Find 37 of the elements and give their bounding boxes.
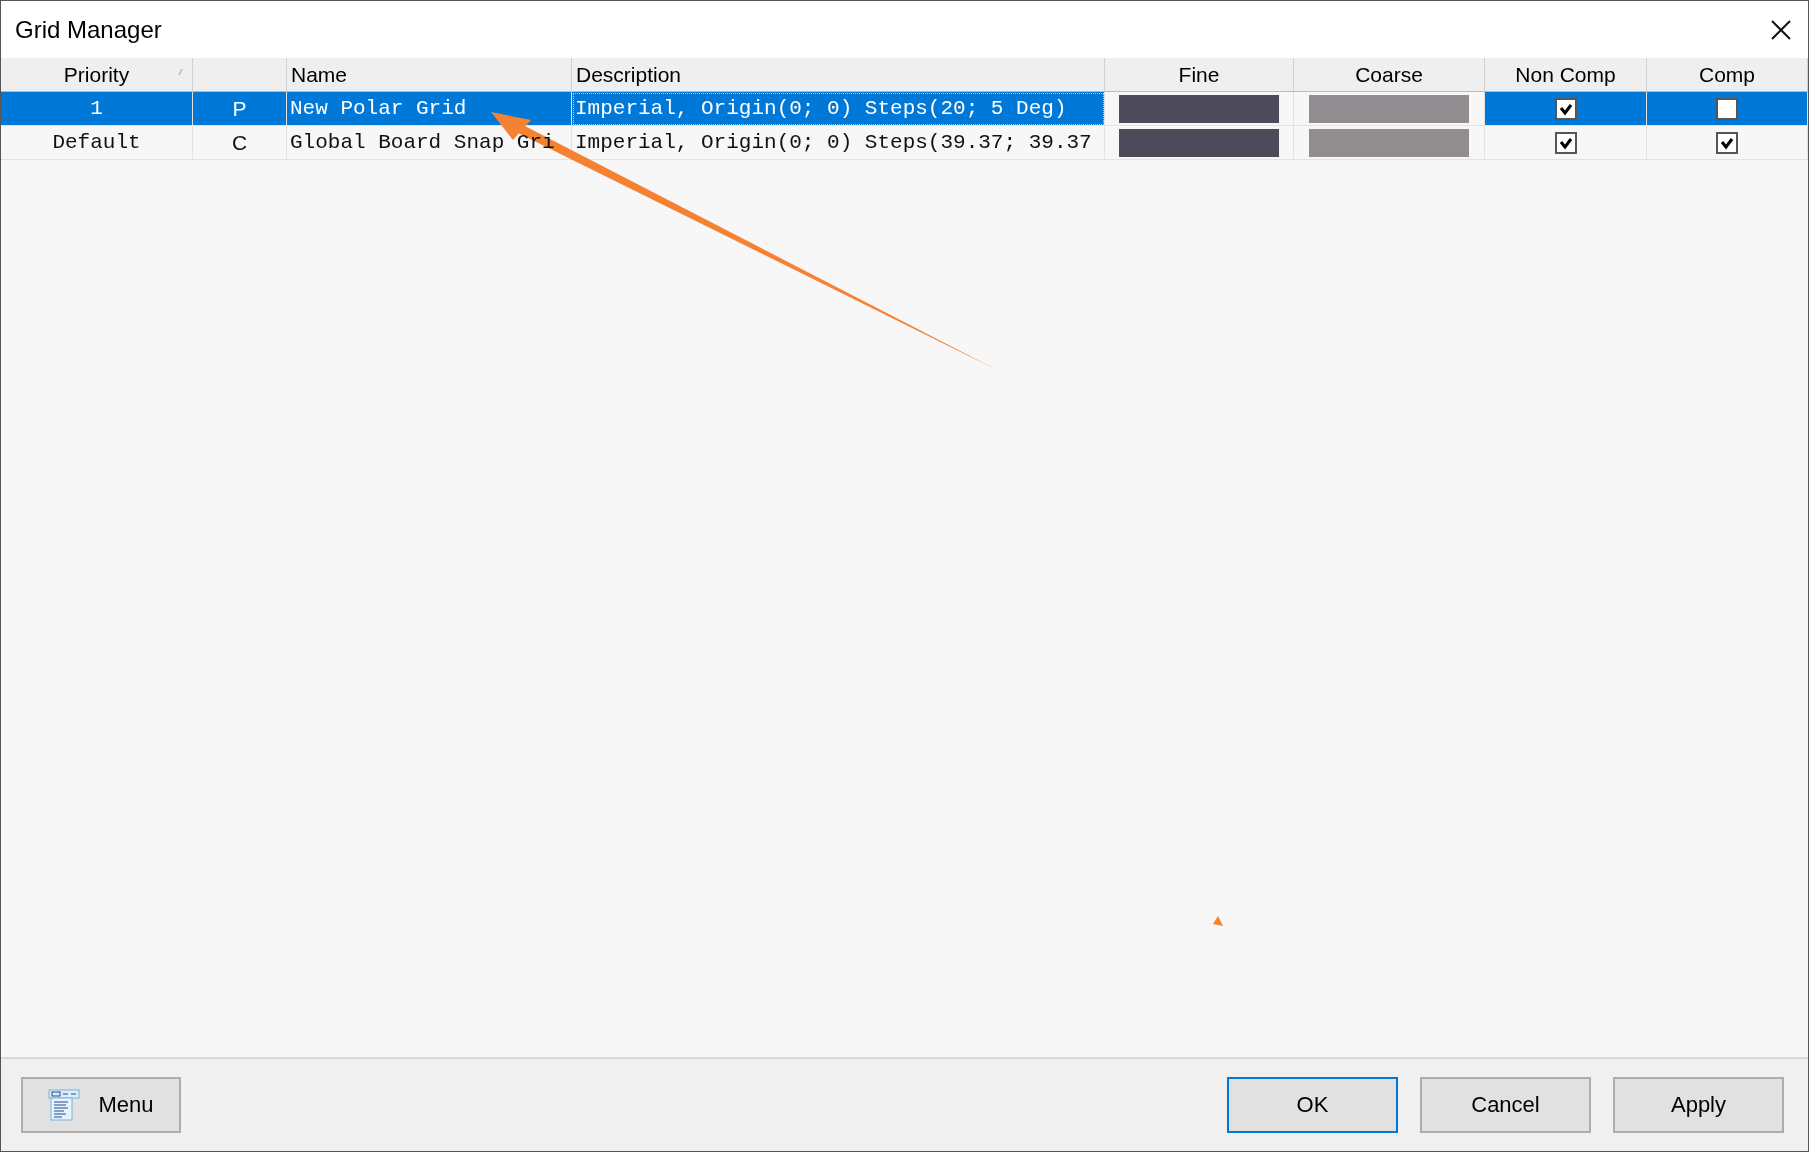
dialog-button[interactable]: Apply xyxy=(1613,1077,1784,1133)
close-icon[interactable] xyxy=(1770,18,1792,41)
header-label: Priority xyxy=(63,62,130,87)
column-header[interactable]: Non Comp xyxy=(1485,58,1647,92)
table-cell: Imperial, Origin(0; 0) Steps(39.37; 39.37 xyxy=(575,131,1092,154)
table-cell: Imperial, Origin(0; 0) Steps(20; 5 Deg) xyxy=(575,97,1067,120)
table-cell: Default xyxy=(52,131,141,154)
list-icon xyxy=(48,1089,81,1121)
checkbox[interactable] xyxy=(1554,97,1577,120)
color-swatch[interactable] xyxy=(1309,128,1469,157)
color-swatch[interactable] xyxy=(1119,128,1279,157)
color-swatch[interactable] xyxy=(1119,94,1279,123)
column-header[interactable]: Coarse xyxy=(1294,58,1485,92)
color-swatch[interactable] xyxy=(1309,94,1469,123)
table-cell: P xyxy=(232,96,247,121)
header-label: Fine xyxy=(1178,62,1220,87)
header-label: Description xyxy=(576,62,682,87)
checkbox[interactable] xyxy=(1716,131,1738,154)
table-cell: C xyxy=(231,130,248,155)
dialog-button[interactable]: OK xyxy=(1227,1077,1398,1133)
table-cell: New Polar Grid xyxy=(290,97,467,120)
header-label: Comp xyxy=(1699,62,1755,87)
table-cell: 1 xyxy=(90,97,103,120)
menu-button[interactable]: Menu xyxy=(21,1077,181,1133)
triangle-icon xyxy=(1213,916,1223,926)
checkbox[interactable] xyxy=(1716,97,1738,120)
column-header[interactable]: Priority xyxy=(1,58,193,92)
dialog-button[interactable]: Cancel xyxy=(1420,1077,1591,1133)
checkbox[interactable] xyxy=(1554,131,1577,154)
column-header[interactable]: Comp xyxy=(1647,58,1808,92)
header-label: Name xyxy=(291,62,348,87)
column-header[interactable]: Description xyxy=(572,58,1105,92)
header-label: Coarse xyxy=(1355,62,1423,87)
column-header[interactable]: Name xyxy=(287,58,572,92)
header-label: Non Comp xyxy=(1515,62,1616,87)
window-title: Grid Manager xyxy=(15,15,162,44)
column-header[interactable]: Fine xyxy=(1105,58,1294,92)
